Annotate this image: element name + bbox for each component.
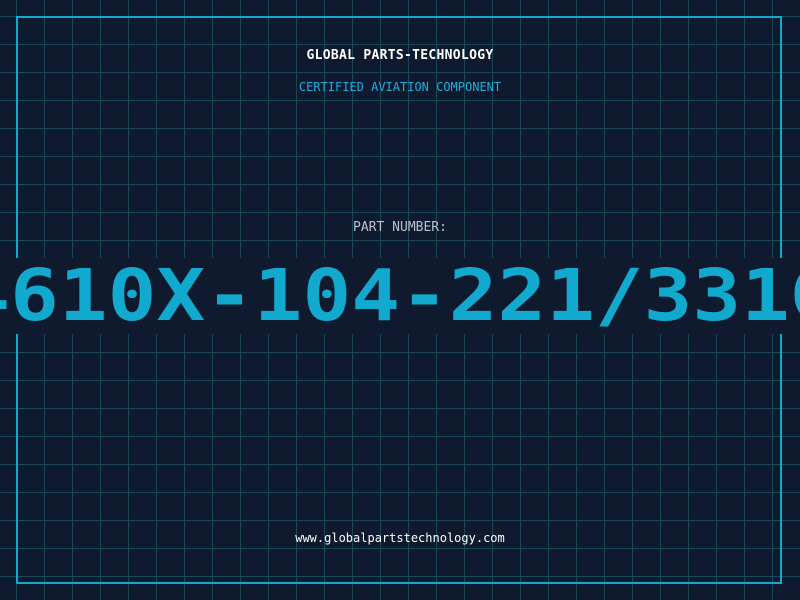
website-url: www.globalpartstechnology.com [295, 531, 505, 545]
part-number-value: 4610X-104-221/331G [0, 258, 800, 334]
brand-title: GLOBAL PARTS-TECHNOLOGY [306, 48, 494, 63]
part-card: GLOBAL PARTS-TECHNOLOGY CERTIFIED AVIATI… [0, 0, 800, 600]
part-number-band: 4610X-104-221/331G [0, 258, 800, 334]
part-number-label: PART NUMBER: [353, 220, 447, 235]
brand-subtitle: CERTIFIED AVIATION COMPONENT [298, 80, 502, 94]
